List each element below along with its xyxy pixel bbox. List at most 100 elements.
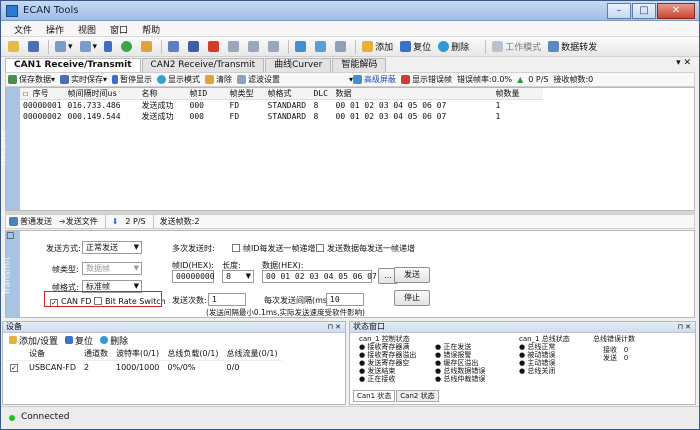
close-button[interactable]: ✕ [657,3,695,19]
send-button[interactable]: 发送 [394,267,430,283]
delete-icon [100,336,109,344]
send-file-button[interactable]: ➔ 发送文件 [56,215,101,228]
stop-button[interactable]: 停止 [394,290,430,306]
refresh-button[interactable] [118,39,137,55]
pause-button[interactable] [101,39,117,55]
app-icon [6,5,18,17]
col-header-baud[interactable]: 波特率(0/1) [111,347,164,361]
work-mode-button[interactable]: 工作模式 [489,39,544,55]
save-data-button[interactable]: 保存数据 ▾ [6,73,57,86]
advanced-mask-button[interactable]: ▾ 高级屏蔽 [347,73,398,86]
menu-view[interactable]: 视图 [71,21,103,36]
show-error-frame-button[interactable]: 显示错误帧 [399,73,454,86]
pin-icon[interactable]: ⊓ ✕ [327,322,341,332]
reset-button[interactable]: 复位 [397,39,434,55]
open-button[interactable] [5,39,24,55]
menu-help[interactable]: 帮助 [135,21,167,36]
recv-count-text: 接收帧数:0 [553,75,594,84]
normal-send-button[interactable]: 普通发送 [6,215,55,228]
device-reset-button[interactable]: 复位 [62,332,96,348]
send-panel-checkbox[interactable]: ☐ [6,232,14,242]
device-delete-button[interactable]: 删除 [97,332,131,348]
col-header-frame-type[interactable]: 帧类型 [226,88,265,100]
cancel-x-button[interactable] [205,39,224,55]
save-button[interactable] [25,39,44,55]
clear-button[interactable] [138,39,157,55]
col-header-traffic[interactable]: 总线流量(0/1) [222,347,282,361]
paste-button[interactable] [265,39,284,55]
menu-window[interactable]: 窗口 [103,21,135,36]
device-dropdown-button[interactable]: ▾ [52,39,76,55]
col-header-data[interactable]: 数据 [332,88,493,100]
tab-can1-status[interactable]: Can1 状态 [353,390,396,402]
length-select[interactable]: 8 ▼ [222,270,254,283]
device-row-checkbox[interactable]: ✓ [6,361,25,374]
table-row[interactable]: 00000001 016.733.486 发送成功 000 FD STANDAR… [20,100,543,112]
col-header-channels[interactable]: 通道数 [79,347,112,361]
tabs-menu-close[interactable]: ▾ ✕ [676,58,691,68]
stop-x-button[interactable] [185,39,204,55]
realtime-save-button[interactable]: 实时保存 ▾ [58,73,109,86]
col-header-device[interactable]: 设备 [25,347,80,361]
toolbar-separator [288,39,290,54]
tab-curve[interactable]: 曲线Curver [265,58,332,72]
clear-recv-button[interactable]: 清除 [203,73,234,86]
link-button[interactable] [292,39,311,55]
interval-input[interactable]: 10 [326,293,364,306]
add-button[interactable]: 添加 [359,39,396,55]
menu-operation[interactable]: 操作 [39,21,71,36]
add-settings-label: 添加/设置 [19,336,59,347]
minus-button[interactable] [332,39,351,55]
delete-button[interactable]: 删除 [435,39,472,55]
work-mode-label: 工作模式 [505,43,542,53]
data-forward-button[interactable]: 数据转发 [545,39,600,55]
menu-file[interactable]: 文件 [7,21,39,36]
checkbox-unchecked-icon [316,244,324,252]
filter-settings-button[interactable]: 滤波设置 [235,73,282,86]
view-button[interactable] [165,39,184,55]
table-row[interactable]: ✓ USBCAN-FD 2 1000/1000 0%/0% 0/0 [6,361,282,374]
col-header-load[interactable]: 总线负载(0/1) [163,347,223,361]
tab-can2[interactable]: CAN2 Receive/Transmit [141,58,265,72]
channel-dropdown-button[interactable]: ▾ [77,39,101,55]
save-data-icon [8,75,17,84]
add-label: 添加 [375,43,394,53]
send-count-input[interactable]: 1 [208,293,246,306]
work-mode-icon [492,41,504,52]
col-header-check [6,347,25,361]
col-header-dlc[interactable]: DLC [310,88,333,100]
data-forward-label: 数据转发 [561,43,598,53]
send-mode-select[interactable]: 正常发送 ▼ [82,241,142,254]
cell-dlc: 8 [313,101,319,110]
table-row[interactable]: 00000002 000.149.544 发送成功 000 FD STANDAR… [20,111,543,122]
tab-smart-decode[interactable]: 智能解码 [332,58,387,72]
tab-can2-status[interactable]: Can2 状态 [396,390,439,402]
copy-button[interactable] [245,39,264,55]
minimize-button[interactable]: – [607,3,631,19]
filter-label: 滤波设置 [248,75,281,84]
add-settings-button[interactable]: 添加/设置 [6,332,61,348]
col-header-frame-id[interactable]: 帧ID [186,88,227,100]
col-header-frame-format[interactable]: 帧格式 [264,88,311,100]
frame-id-input[interactable]: 00000000 [172,270,215,283]
tab-can1[interactable]: CAN1 Receive/Transmit [5,58,141,72]
data-increment-checkbox[interactable]: 发送数据每发送一帧递增 [316,243,415,254]
chevron-down-icon: ▼ [245,272,251,280]
maximize-button[interactable]: □ [632,3,656,19]
bus-error-title: 总线错误计数 [593,335,635,343]
pin-icon[interactable]: ⊓ ✕ [677,322,691,332]
connect-button[interactable] [312,39,331,55]
data-input[interactable]: 00 01 02 03 04 05 06 07 [262,270,377,283]
pause-display-button[interactable]: 暂停显示 [110,73,154,86]
col-header-count[interactable]: 帧数量 [492,88,543,100]
normal-send-icon [9,217,18,226]
frame-type-select[interactable]: 数据帧 ▼ [82,262,142,275]
col-header-index[interactable]: ☐ 序号 [20,88,65,100]
cut-button[interactable] [225,39,244,55]
id-increment-checkbox[interactable]: 帧ID每发送一帧递增 [232,243,316,254]
col-header-interval[interactable]: 帧间隔时间us [64,88,139,100]
cell-frame-id: 000 [189,112,204,121]
display-mode-button[interactable]: 显示模式 [155,73,202,86]
clear-label: 清除 [216,75,233,84]
col-header-name[interactable]: 名称 [138,88,187,100]
